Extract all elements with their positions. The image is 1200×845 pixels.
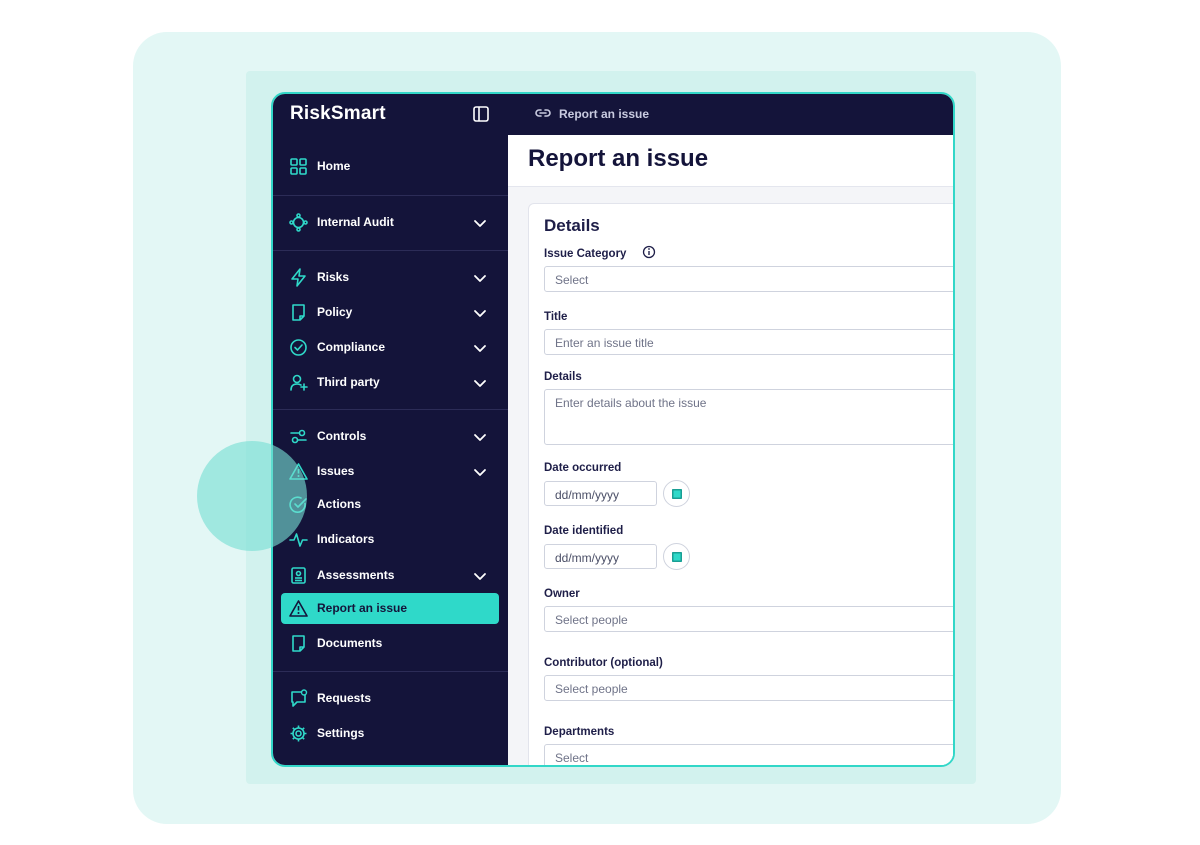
- sidebar-item-label: Home: [317, 159, 351, 173]
- date-occurred-calendar-button[interactable]: [663, 480, 690, 507]
- sidebar-item-indicators[interactable]: Indicators: [281, 524, 499, 555]
- main-content: Report an issue Details Issue Category S…: [508, 135, 953, 765]
- owner-label: Owner: [544, 588, 580, 600]
- sidebar-item-compliance[interactable]: Compliance: [281, 332, 499, 363]
- sidebar-toggle-icon[interactable]: [471, 104, 491, 124]
- clipboard-icon: [289, 566, 308, 585]
- sidebar-item-controls[interactable]: Controls: [281, 421, 499, 452]
- details-label: Details: [544, 371, 582, 383]
- sidebar-item-settings[interactable]: Settings: [281, 718, 499, 749]
- chevron-down-icon[interactable]: [473, 271, 487, 285]
- sidebar-item-label: Policy: [317, 305, 353, 319]
- sidebar-item-requests[interactable]: Requests: [281, 683, 499, 714]
- chevron-down-icon[interactable]: [473, 306, 487, 320]
- sidebar: Home Internal Audit Risks Policy Complia…: [273, 135, 508, 765]
- date-identified-placeholder: dd/mm/yyyy: [555, 551, 620, 565]
- chevron-down-icon[interactable]: [473, 465, 487, 479]
- details-textarea[interactable]: Enter details about the issue: [544, 389, 953, 445]
- app-logo: RiskSmart: [290, 103, 386, 124]
- sidebar-divider: [273, 250, 508, 251]
- owner-select[interactable]: Select people: [544, 606, 953, 632]
- departments-label: Departments: [544, 726, 615, 738]
- sidebar-item-label: Indicators: [317, 532, 375, 546]
- sidebar-item-report-an-issue[interactable]: Report an issue: [281, 593, 499, 624]
- breadcrumb[interactable]: Report an issue: [534, 103, 649, 125]
- decorative-highlight-circle: [197, 441, 307, 551]
- top-bar: RiskSmart Report an issue: [273, 94, 953, 136]
- details-form-card: Details Issue Category Select Title Ente…: [528, 203, 953, 765]
- sidebar-item-home[interactable]: Home: [281, 151, 499, 182]
- breadcrumb-label: Report an issue: [559, 107, 650, 121]
- contributor-placeholder: Select people: [555, 682, 628, 696]
- title-placeholder: Enter an issue title: [555, 336, 654, 350]
- sliders-icon: [289, 427, 308, 446]
- title-label: Title: [544, 311, 568, 323]
- sidebar-divider: [273, 409, 508, 410]
- lightning-icon: [289, 268, 308, 287]
- document-icon: [289, 634, 308, 653]
- audit-icon: [289, 213, 308, 232]
- departments-placeholder: Select: [555, 751, 589, 765]
- check-circle-icon: [289, 338, 308, 357]
- app-window: RiskSmart Report an issue Home Internal …: [271, 92, 955, 767]
- sidebar-item-label: Internal Audit: [317, 215, 394, 229]
- chevron-down-icon[interactable]: [473, 216, 487, 230]
- sidebar-item-label: Requests: [317, 691, 372, 705]
- owner-placeholder: Select people: [555, 613, 628, 627]
- departments-select[interactable]: Select: [544, 744, 953, 765]
- info-icon[interactable]: [642, 245, 656, 259]
- chevron-down-icon[interactable]: [473, 376, 487, 390]
- sidebar-item-policy[interactable]: Policy: [281, 297, 499, 328]
- section-title: Details: [544, 216, 600, 235]
- sidebar-item-label: Assessments: [317, 568, 395, 582]
- calendar-icon: [672, 489, 682, 499]
- sidebar-item-label: Controls: [317, 429, 367, 443]
- sidebar-item-third-party[interactable]: Third party: [281, 367, 499, 398]
- chat-icon: [289, 689, 308, 708]
- sidebar-item-internal-audit[interactable]: Internal Audit: [281, 207, 499, 238]
- sidebar-item-label: Documents: [317, 636, 383, 650]
- date-identified-input[interactable]: dd/mm/yyyy: [544, 544, 657, 569]
- page-header: Report an issue: [508, 135, 953, 187]
- link-icon: [534, 106, 552, 123]
- sidebar-divider: [273, 195, 508, 196]
- document-icon: [289, 303, 308, 322]
- date-occurred-label: Date occurred: [544, 462, 622, 474]
- issue-category-label: Issue Category: [544, 248, 627, 260]
- chevron-down-icon[interactable]: [473, 341, 487, 355]
- sidebar-item-label: Issues: [317, 464, 355, 478]
- calendar-icon: [672, 552, 682, 562]
- gear-icon: [289, 724, 308, 743]
- chevron-down-icon[interactable]: [473, 430, 487, 444]
- page-title: Report an issue: [528, 145, 709, 172]
- date-occurred-input[interactable]: dd/mm/yyyy: [544, 481, 657, 506]
- sidebar-item-risks[interactable]: Risks: [281, 262, 499, 293]
- sidebar-item-issues[interactable]: Issues: [281, 456, 499, 487]
- contributor-select[interactable]: Select people: [544, 675, 953, 701]
- sidebar-item-assessments[interactable]: Assessments: [281, 560, 499, 591]
- date-occurred-placeholder: dd/mm/yyyy: [555, 488, 620, 502]
- sidebar-divider: [273, 671, 508, 672]
- sidebar-item-label: Settings: [317, 726, 365, 740]
- sidebar-item-label: Third party: [317, 375, 380, 389]
- sidebar-item-documents[interactable]: Documents: [281, 628, 499, 659]
- sidebar-item-actions[interactable]: Actions: [281, 489, 499, 520]
- sidebar-item-label: Compliance: [317, 340, 386, 354]
- sidebar-item-label: Risks: [317, 270, 350, 284]
- sidebar-item-label: Report an issue: [317, 601, 408, 615]
- sidebar-item-label: Actions: [317, 497, 362, 511]
- details-placeholder: Enter details about the issue: [555, 396, 707, 410]
- contributor-label: Contributor (optional): [544, 657, 663, 669]
- issue-category-select[interactable]: Select: [544, 266, 953, 292]
- warning-icon: [289, 599, 308, 618]
- grid-icon: [289, 157, 308, 176]
- issue-category-placeholder: Select: [555, 273, 589, 287]
- date-identified-label: Date identified: [544, 525, 624, 537]
- title-input[interactable]: Enter an issue title: [544, 329, 953, 355]
- chevron-down-icon[interactable]: [473, 569, 487, 583]
- date-identified-calendar-button[interactable]: [663, 543, 690, 570]
- user-plus-icon: [289, 373, 308, 392]
